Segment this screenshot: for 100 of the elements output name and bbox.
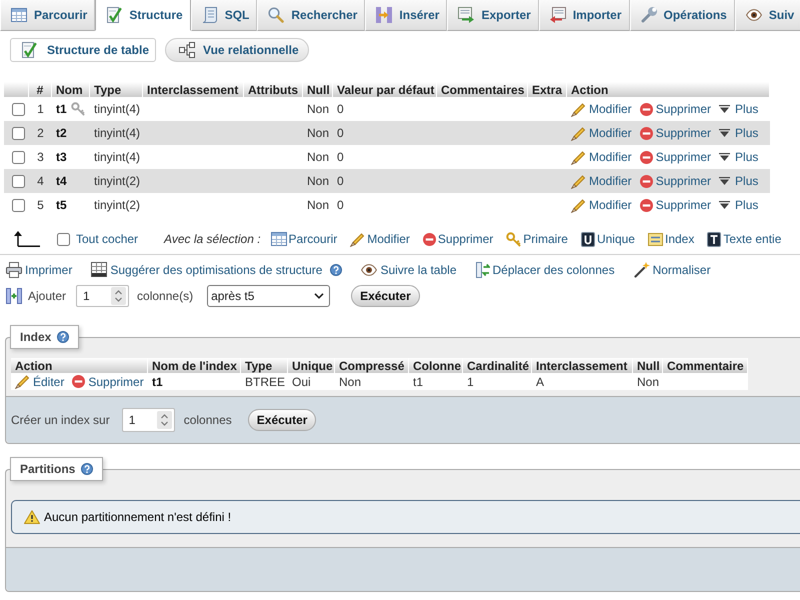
column-count-field[interactable]: 1 bbox=[122, 408, 175, 432]
edit-link[interactable]: Modifier bbox=[571, 102, 632, 116]
table-cell-text: 0 bbox=[336, 101, 345, 118]
edit-link[interactable]: Modifier bbox=[571, 198, 632, 212]
delete-link[interactable]: Supprimer bbox=[640, 174, 712, 188]
tab[interactable]: Parcourir bbox=[0, 0, 96, 31]
delete-link[interactable]: Supprimer bbox=[640, 102, 712, 116]
column-header: Action bbox=[567, 82, 770, 97]
column-header: Null bbox=[303, 82, 333, 97]
pencil-icon bbox=[350, 232, 366, 246]
more-link[interactable]: Plus bbox=[719, 198, 758, 212]
caret-icon bbox=[719, 177, 730, 185]
more-link[interactable]: Plus bbox=[719, 126, 758, 140]
fulltext-link[interactable]: Texte entie bbox=[707, 232, 782, 246]
edit-link[interactable]: Modifier bbox=[350, 232, 410, 246]
caret-icon bbox=[719, 105, 730, 113]
tab[interactable]: Importer bbox=[538, 0, 630, 31]
row-checkbox[interactable] bbox=[12, 102, 25, 116]
print-link[interactable]: Imprimer bbox=[6, 262, 72, 278]
more-link[interactable]: Plus bbox=[719, 174, 758, 188]
browse-link[interactable]: Parcourir bbox=[270, 232, 338, 246]
letter-t-icon bbox=[707, 232, 722, 246]
column-count-field[interactable]: 1 bbox=[76, 285, 130, 307]
execute-button[interactable]: Exécuter bbox=[248, 409, 316, 431]
column-header: # bbox=[29, 82, 52, 97]
table-grid-icon bbox=[270, 232, 287, 246]
delete-link[interactable]: Supprimer bbox=[640, 198, 712, 212]
table-cell: A bbox=[532, 373, 633, 390]
tab[interactable]: Insérer bbox=[365, 0, 448, 31]
search-icon bbox=[268, 7, 284, 23]
edit-link[interactable]: Éditer bbox=[15, 374, 64, 389]
edit-link[interactable]: Modifier bbox=[571, 174, 632, 188]
table-cell-text: tinyint(4) bbox=[93, 101, 142, 118]
table-cell: BTREE bbox=[241, 373, 288, 390]
pencil-icon bbox=[571, 174, 586, 188]
table-cell-text: tinyint(2) bbox=[93, 173, 142, 190]
column-name: t4 bbox=[56, 174, 67, 188]
edit-link[interactable]: Modifier bbox=[571, 150, 632, 164]
propose-structure-link[interactable]: Suggérer des optimisations de structure bbox=[91, 262, 322, 277]
track-table-link[interactable]: Suivre la table bbox=[361, 262, 456, 276]
edit-link[interactable]: Modifier bbox=[571, 126, 632, 140]
select-all-checkbox[interactable] bbox=[57, 232, 70, 246]
delete-link[interactable]: Supprimer bbox=[72, 374, 144, 388]
column-header: Type bbox=[90, 82, 143, 97]
delete-link[interactable]: Supprimer bbox=[422, 232, 494, 246]
table-cell-text: 4 bbox=[36, 173, 45, 190]
unique-link[interactable]: Unique bbox=[580, 232, 635, 246]
caret-icon bbox=[719, 129, 730, 137]
tab[interactable]: SQL bbox=[190, 0, 258, 31]
tab[interactable]: Rechercher bbox=[257, 0, 366, 31]
spinner-icon bbox=[111, 287, 126, 305]
more-link[interactable]: Plus bbox=[719, 102, 758, 116]
normalize-link[interactable]: Normaliser bbox=[634, 262, 711, 278]
column-header: Attributs bbox=[244, 82, 303, 97]
row-checkbox[interactable] bbox=[12, 126, 25, 140]
tab[interactable]: Suiv bbox=[734, 0, 800, 31]
create-index-label: Créer un index sur bbox=[11, 413, 110, 427]
printer-icon bbox=[6, 262, 22, 278]
subtab[interactable]: Structure de table bbox=[10, 38, 156, 62]
wand-icon bbox=[634, 262, 650, 278]
position-select[interactable]: après t5 bbox=[207, 285, 330, 307]
letter-u-icon bbox=[580, 232, 595, 246]
delete-icon bbox=[640, 198, 653, 212]
delete-icon bbox=[422, 232, 436, 246]
row-checkbox[interactable] bbox=[12, 150, 25, 164]
move-columns-link[interactable]: Déplacer des colonnes bbox=[476, 262, 615, 278]
index-link[interactable]: Index bbox=[648, 232, 694, 246]
pencil-icon bbox=[15, 374, 30, 389]
row-checkbox[interactable] bbox=[12, 174, 25, 188]
table-cell-text: 0 bbox=[336, 173, 345, 190]
spinner-icon bbox=[156, 411, 172, 429]
add-label: Ajouter bbox=[28, 289, 66, 303]
table-cell: t1 bbox=[148, 373, 241, 390]
export-icon bbox=[458, 7, 474, 23]
table-cell-text: Non bbox=[306, 101, 330, 118]
row-checkbox[interactable] bbox=[12, 198, 25, 212]
panel-title: Index bbox=[20, 330, 52, 344]
table-cell-text: 3 bbox=[36, 149, 45, 166]
unit-label: colonne(s) bbox=[137, 289, 194, 303]
scroll-icon bbox=[202, 7, 218, 23]
tab[interactable]: Structure bbox=[95, 0, 191, 31]
add-column-icon bbox=[6, 288, 22, 304]
wrench-icon bbox=[640, 7, 656, 23]
table-icon bbox=[91, 262, 108, 277]
columns-arrow-icon bbox=[376, 7, 392, 23]
column-header: Extra bbox=[528, 82, 567, 97]
corner-arrow-icon bbox=[14, 231, 40, 247]
more-link[interactable]: Plus bbox=[719, 150, 758, 164]
tab[interactable]: Opérations bbox=[630, 0, 735, 31]
pencil-icon bbox=[571, 126, 586, 140]
delete-link[interactable]: Supprimer bbox=[640, 150, 712, 164]
tab[interactable]: Exporter bbox=[447, 0, 539, 31]
select-all-label[interactable]: Tout cocher bbox=[76, 232, 138, 246]
subtab[interactable]: Vue relationnelle bbox=[165, 38, 309, 62]
execute-button[interactable]: Exécuter bbox=[351, 285, 420, 307]
column-name: t2 bbox=[56, 126, 67, 140]
table-cell-text: Non bbox=[306, 173, 330, 190]
primary-link[interactable]: Primaire bbox=[506, 232, 568, 246]
column-header: Nom bbox=[52, 82, 90, 97]
delete-link[interactable]: Supprimer bbox=[640, 126, 712, 140]
